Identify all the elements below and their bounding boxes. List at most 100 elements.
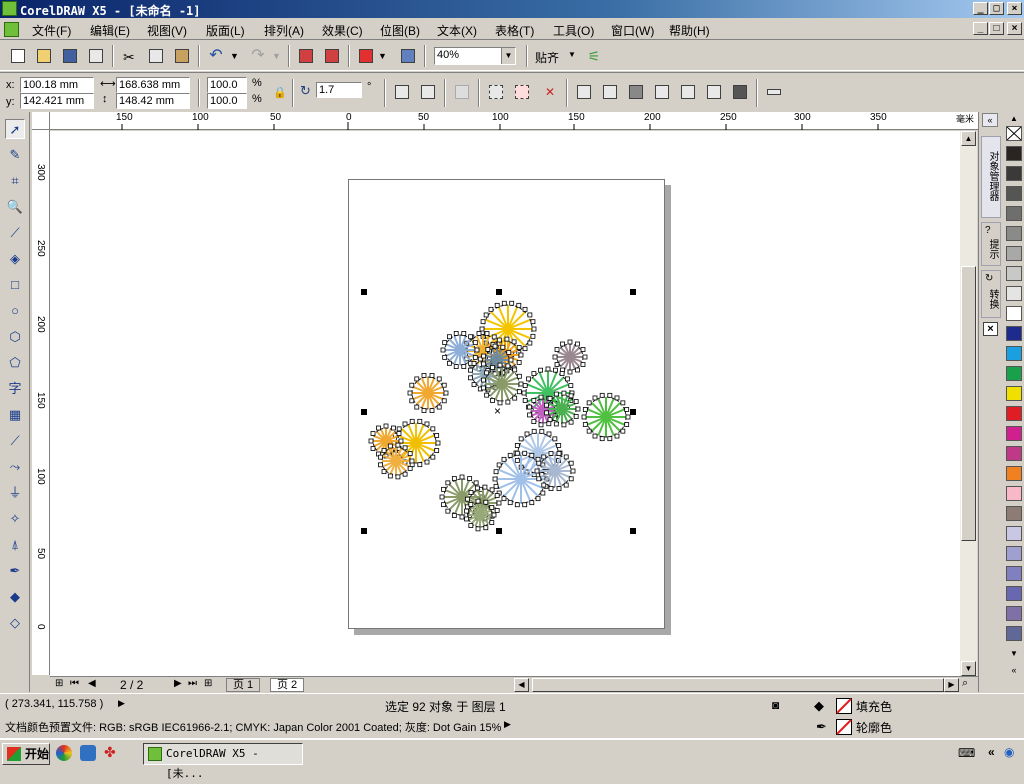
crop-tool-icon[interactable]: ⌗ — [5, 171, 25, 191]
docker-close-icon[interactable]: × — [983, 322, 998, 336]
flower-object[interactable] — [378, 442, 415, 480]
tray-app-icon[interactable]: ◉ — [1004, 745, 1014, 759]
doc-restore-button[interactable]: □ — [989, 22, 1004, 35]
palette-swatch[interactable] — [1006, 386, 1022, 401]
snap-dropdown-icon[interactable]: ▼ — [568, 50, 576, 59]
interactive-fill-tool-icon[interactable]: ◇ — [5, 613, 25, 633]
selection-handle[interactable] — [496, 289, 502, 295]
selection-handle[interactable] — [361, 409, 367, 415]
combine-icon[interactable] — [452, 82, 472, 102]
menu-bitmaps[interactable]: 位图(B) — [380, 22, 420, 39]
coreldraw-app-icon[interactable] — [2, 1, 17, 16]
launcher-dropdown-icon[interactable]: ▼ — [378, 46, 398, 66]
polygon-tool-icon[interactable]: ⬡ — [5, 327, 25, 347]
smart-fill-tool-icon[interactable]: ◈ — [5, 249, 25, 269]
cut-icon[interactable]: ✂ — [120, 46, 140, 66]
maximize-button[interactable]: □ — [989, 2, 1004, 15]
object-manager-tab[interactable]: 对象管理器 — [981, 136, 1001, 218]
palette-swatch[interactable] — [1006, 286, 1022, 301]
ungroup-icon[interactable] — [512, 82, 532, 102]
palette-swatch[interactable] — [1006, 206, 1022, 221]
intersect-icon[interactable] — [626, 82, 646, 102]
transparency-tool-icon[interactable]: ✧ — [5, 509, 25, 529]
palette-scroll-up-icon[interactable]: ▲ — [1006, 114, 1022, 124]
options-icon[interactable]: ⚟ — [584, 46, 604, 66]
connector-tool-icon[interactable]: ⤳ — [5, 457, 25, 477]
vertical-ruler[interactable]: 300 250 200 150 100 50 0 — [32, 130, 50, 675]
selection-handle[interactable] — [496, 528, 502, 534]
taskbar-coreldraw-item[interactable]: CorelDRAW X5 - [未... — [143, 743, 303, 780]
selection-handle[interactable] — [361, 289, 367, 295]
scroll-right-icon[interactable]: ▶ — [944, 678, 959, 692]
palette-swatch[interactable] — [1006, 186, 1022, 201]
undo-dropdown-icon[interactable]: ▼ — [230, 46, 250, 66]
palette-swatch[interactable] — [1006, 326, 1022, 341]
palette-swatch[interactable] — [1006, 426, 1022, 441]
doc-close-button[interactable]: × — [1007, 22, 1022, 35]
page-tab-1[interactable]: 页 1 — [226, 678, 261, 692]
flower-object[interactable] — [544, 390, 581, 428]
menu-effects[interactable]: 效果(C) — [322, 22, 363, 39]
save-icon[interactable] — [60, 46, 80, 66]
start-button[interactable]: 开始 — [2, 743, 50, 765]
selection-handle[interactable] — [630, 289, 636, 295]
ellipse-tool-icon[interactable]: ○ — [5, 301, 25, 321]
palette-scroll-down-icon[interactable]: ▼ — [1006, 649, 1022, 659]
outline-pen-tool-icon[interactable]: ✒ — [5, 561, 25, 581]
snapshot-icon[interactable]: ◙ — [772, 698, 779, 712]
flower-object[interactable] — [407, 373, 449, 413]
menu-tools[interactable]: 工具(O) — [553, 22, 594, 39]
selection-handle[interactable] — [630, 528, 636, 534]
page-tab-2[interactable]: 页 2 — [270, 678, 305, 692]
basic-shapes-tool-icon[interactable]: ⬠ — [5, 353, 25, 373]
previous-page-icon[interactable]: ◀ — [88, 678, 96, 689]
group-icon[interactable] — [486, 82, 506, 102]
zoom-level-select[interactable]: 40% ▼ — [434, 47, 516, 65]
browser-icon[interactable] — [80, 745, 96, 761]
rotation-angle-input[interactable]: 1.7 — [316, 82, 362, 98]
copy-icon[interactable] — [146, 46, 166, 66]
create-boundary-icon[interactable] — [730, 82, 750, 102]
palette-swatch[interactable] — [1006, 586, 1022, 601]
expand-arrow-icon[interactable]: ▶ — [118, 698, 125, 709]
flower-object[interactable] — [552, 339, 588, 375]
welcome-screen-icon[interactable] — [398, 46, 418, 66]
first-page-icon[interactable]: ⏮ — [70, 678, 79, 689]
ruler-corner[interactable] — [32, 112, 50, 130]
no-color-swatch[interactable] — [1006, 126, 1022, 141]
last-page-icon[interactable]: ⏭ — [188, 678, 197, 689]
chrome-icon[interactable] — [56, 745, 72, 761]
palette-swatch[interactable] — [1006, 306, 1022, 321]
print-icon[interactable] — [86, 46, 106, 66]
menu-help[interactable]: 帮助(H) — [669, 22, 710, 39]
back-minus-front-icon[interactable] — [704, 82, 724, 102]
palette-swatch[interactable] — [1006, 566, 1022, 581]
vertical-scrollbar[interactable]: ▲ ▼ — [960, 131, 977, 676]
flower-object[interactable] — [581, 392, 631, 442]
pick-tool-icon[interactable]: ➚ — [5, 119, 25, 139]
palette-swatch[interactable] — [1006, 486, 1022, 501]
menu-table[interactable]: 表格(T) — [495, 22, 534, 39]
add-page-after-icon[interactable]: ⊞ — [204, 678, 212, 689]
front-minus-back-icon[interactable] — [678, 82, 698, 102]
palette-swatch[interactable] — [1006, 626, 1022, 641]
open-icon[interactable] — [34, 46, 54, 66]
height-input[interactable]: 148.42 mm — [116, 93, 190, 109]
palette-swatch[interactable] — [1006, 146, 1022, 161]
mirror-vertical-icon[interactable] — [418, 82, 438, 102]
fill-tool-icon[interactable]: ◆ — [5, 587, 25, 607]
menu-arrange[interactable]: 排列(A) — [264, 22, 304, 39]
close-button[interactable]: × — [1007, 2, 1022, 15]
menu-layout[interactable]: 版面(L) — [206, 22, 245, 39]
snap-to-label[interactable]: 贴齐 — [535, 49, 559, 66]
dimension-tool-icon[interactable]: ⟋ — [5, 431, 25, 451]
palette-swatch[interactable] — [1006, 406, 1022, 421]
menu-edit[interactable]: 编辑(E) — [90, 22, 130, 39]
zoom-tool-icon[interactable]: 🔍 — [5, 197, 25, 217]
new-icon[interactable] — [8, 46, 28, 66]
rectangle-tool-icon[interactable]: □ — [5, 275, 25, 295]
no-outline-swatch-icon[interactable] — [836, 719, 852, 735]
document-icon[interactable] — [4, 22, 19, 37]
scroll-up-icon[interactable]: ▲ — [961, 131, 976, 146]
horizontal-ruler[interactable]: 150 100 50 0 50 100 150 200 250 300 350 … — [50, 112, 978, 130]
